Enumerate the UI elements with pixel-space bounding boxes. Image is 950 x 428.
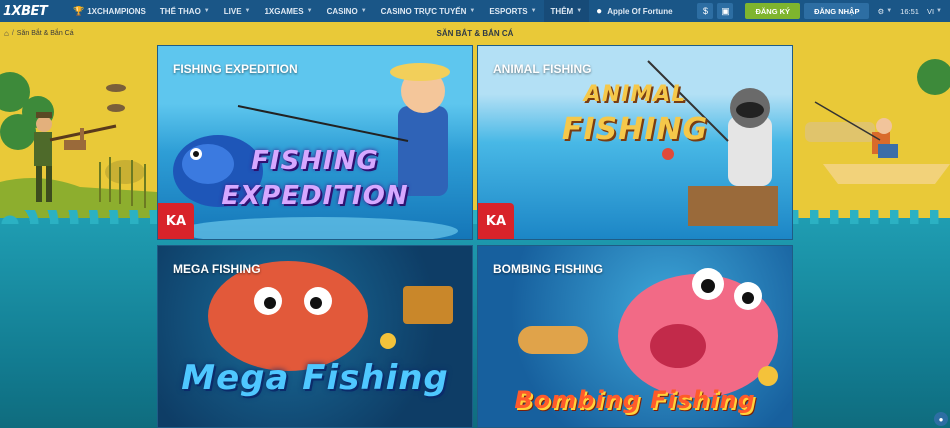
- game-logo-line1: FISHING: [251, 146, 379, 176]
- game-title: ANIMAL FISHING: [493, 62, 592, 76]
- chevron-down-icon: ▼: [360, 8, 367, 14]
- chevron-down-icon: ▼: [530, 8, 537, 14]
- game-logo-line2: EXPEDITION: [221, 181, 409, 211]
- game-card-animal-fishing[interactable]: ANIMAL FISHING ANIMAL FISHING KA: [477, 45, 793, 240]
- nav-item-1xchampions[interactable]: 🏆 1XCHAMPIONS: [66, 0, 153, 22]
- game-title: MEGA FISHING: [173, 262, 261, 276]
- sea-background: [0, 210, 950, 428]
- chevron-down-icon: ▼: [886, 8, 893, 14]
- currency-button[interactable]: $: [697, 3, 714, 19]
- top-navigation: 1XBET 🏆 1XCHAMPIONS THỂ THAO ▼ LIVE ▼ 1XGA…: [0, 0, 950, 22]
- main-nav: 🏆 1XCHAMPIONS THỂ THAO ▼ LIVE ▼ 1XGAMES ▼ C…: [66, 0, 680, 22]
- nav-item-the-thao[interactable]: THỂ THAO ▼: [153, 0, 217, 22]
- nav-item-live[interactable]: LIVE ▼: [217, 0, 258, 22]
- provider-badge: KA: [158, 203, 194, 239]
- chevron-down-icon: ▼: [469, 8, 476, 14]
- brand-logo[interactable]: 1XBET: [0, 0, 66, 22]
- chevron-down-icon: ▼: [203, 8, 210, 14]
- clock: 16:51: [900, 6, 919, 16]
- game-logo: Bombing Fishing: [514, 386, 756, 414]
- nav-item-1xgames[interactable]: 1XGAMES ▼: [257, 0, 319, 22]
- chevron-down-icon: ▼: [576, 8, 583, 14]
- gear-icon: ⚙: [877, 6, 885, 16]
- game-logo-line1: ANIMAL: [583, 82, 687, 107]
- background-scene: [0, 22, 950, 428]
- nav-item-esports[interactable]: ESPORTS ▼: [482, 0, 543, 22]
- settings-button[interactable]: ⚙ ▼: [877, 7, 892, 16]
- nav-item-casino[interactable]: CASINO ▼: [320, 0, 374, 22]
- nav-item-apple-of-fortune[interactable]: ● Apple Of Fortune: [589, 0, 679, 22]
- game-logo: Mega Fishing: [181, 358, 449, 398]
- nav-item-casino-truc-tuyen[interactable]: CASINO TRỰC TUYẾN ▼: [374, 0, 483, 22]
- provider-badge: KA: [478, 203, 514, 239]
- login-button[interactable]: ĐĂNG NHẬP: [804, 3, 870, 19]
- chevron-down-icon: ▼: [936, 8, 942, 14]
- language-selector[interactable]: VI ▼: [927, 7, 942, 16]
- nav-item-them[interactable]: THÊM ▼: [543, 0, 590, 22]
- trophy-icon: 🏆: [73, 5, 85, 16]
- game-card-bombing-fishing[interactable]: BOMBING FISHING Bombing Fishing: [477, 245, 793, 428]
- game-card-mega-fishing[interactable]: MEGA FISHING Mega Fishing: [157, 245, 473, 428]
- game-logo-line2: FISHING: [561, 112, 709, 147]
- game-title: FISHING EXPEDITION: [173, 62, 298, 76]
- game-card-fishing-expedition[interactable]: FISHING EXPEDITION FISHING EXPEDITION KA: [157, 45, 473, 240]
- chevron-down-icon: ▼: [306, 8, 313, 14]
- register-button[interactable]: ĐĂNG KÝ: [745, 3, 801, 19]
- apple-icon: ●: [596, 5, 603, 17]
- chat-support-icon[interactable]: ●: [934, 412, 948, 426]
- gift-icon[interactable]: ▣: [717, 3, 734, 19]
- header-tools: $ ▣ ĐĂNG KÝ ĐĂNG NHẬP ⚙ ▼ 16:51 VI ▼: [697, 0, 950, 22]
- chevron-down-icon: ▼: [244, 8, 251, 14]
- game-title: BOMBING FISHING: [493, 262, 603, 276]
- page-title: SĂN BẮT & BẮN CÁ: [436, 29, 514, 38]
